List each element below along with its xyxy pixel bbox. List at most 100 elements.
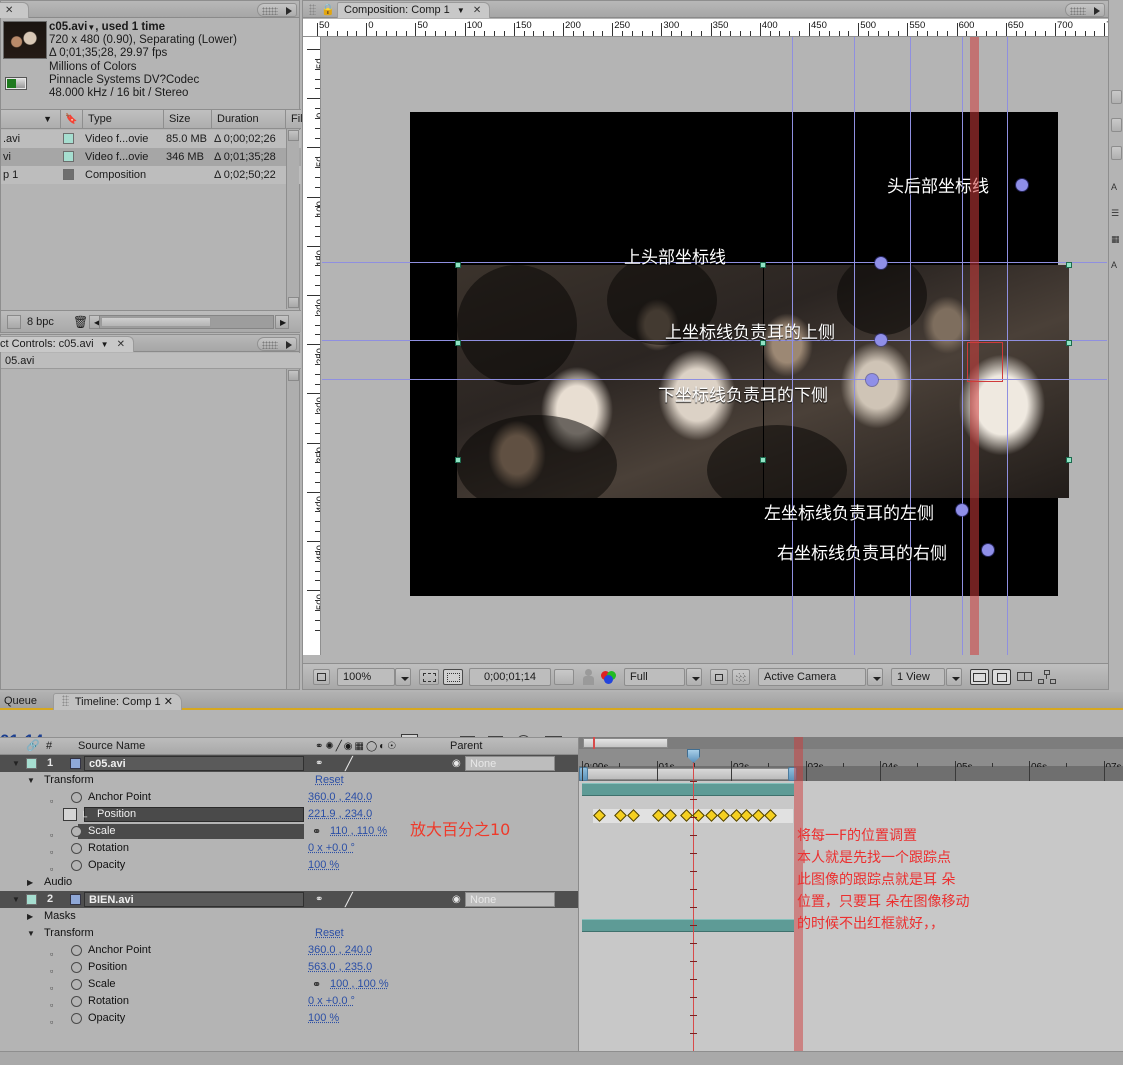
- stopwatch-icon[interactable]: [71, 996, 82, 1007]
- layer-duration-bar-1[interactable]: [582, 783, 794, 796]
- timeline-graph-area[interactable]: 0:00s01s02s03s04s05s06s07s 将每一F的位置调置 本人就…: [578, 737, 1123, 1065]
- property-value[interactable]: 100 , 100 %: [330, 976, 389, 993]
- project-vertical-scrollbar[interactable]: [286, 129, 299, 309]
- draw-mode-icon[interactable]: ╱: [345, 891, 353, 908]
- stopwatch-icon[interactable]: [71, 792, 82, 803]
- guide-horizontal[interactable]: [322, 379, 1107, 380]
- current-time-field[interactable]: 0;00;01;14: [469, 668, 551, 686]
- twirl-icon[interactable]: ▶: [27, 874, 33, 891]
- link-constrain-icon[interactable]: ⚭: [312, 977, 321, 994]
- stopwatch-icon[interactable]: [71, 962, 82, 973]
- parent-pickwhip-icon[interactable]: ◉: [452, 755, 461, 772]
- sliver-button[interactable]: [1111, 146, 1122, 160]
- twirl-icon[interactable]: ▼: [27, 925, 35, 942]
- layer-name[interactable]: BIEN.avi: [84, 892, 304, 907]
- selection-handle[interactable]: [760, 457, 766, 463]
- time-ruler[interactable]: 0:00s01s02s03s04s05s06s07s: [579, 749, 1123, 773]
- property-row-opacity-2[interactable]: ▫ Opacity 100 %: [0, 1010, 578, 1027]
- property-row-position-2[interactable]: ▫ Position 563.0 , 235.0: [0, 959, 578, 976]
- bit-depth-icon[interactable]: [7, 315, 21, 329]
- anchor-dot-ear-right[interactable]: [982, 544, 994, 556]
- project-panel-menu-button[interactable]: [257, 3, 297, 17]
- fast-previews-icon[interactable]: [992, 669, 1011, 685]
- column-parent[interactable]: Parent: [450, 738, 482, 755]
- parent-dropdown[interactable]: None: [465, 892, 555, 907]
- anchor-dot-head-back[interactable]: [1016, 179, 1028, 191]
- label-swatch[interactable]: [26, 758, 37, 769]
- group-row-transform-1[interactable]: ▼ Transform Reset: [0, 772, 578, 789]
- scroll-thumb[interactable]: [101, 317, 211, 327]
- parent-dropdown[interactable]: None: [465, 756, 555, 771]
- property-value[interactable]: 221.9 , 234.0: [308, 806, 372, 823]
- region-of-interest-icon[interactable]: [443, 669, 463, 685]
- stopwatch-enabled-icon[interactable]: [63, 808, 77, 821]
- column-name[interactable]: ▼: [1, 110, 61, 129]
- sort-chevron-icon[interactable]: ▼: [43, 110, 52, 129]
- label-swatch[interactable]: [63, 169, 74, 180]
- link-constrain-icon[interactable]: ⚭: [312, 824, 321, 841]
- stopwatch-icon[interactable]: [71, 843, 82, 854]
- layer-row-1[interactable]: ▼ 1 c05.avi ⚭ ╱ ◉ None: [0, 755, 578, 772]
- close-icon[interactable]: ✕: [117, 339, 125, 350]
- composition-menu-button[interactable]: [1065, 3, 1105, 17]
- group-row-audio-1[interactable]: ▶ Audio: [0, 874, 578, 891]
- anchor-dot-ear-left[interactable]: [956, 504, 968, 516]
- tab-composition[interactable]: Composition: Comp 1 ▼ ✕: [337, 2, 491, 18]
- navigator-left-handle[interactable]: [579, 767, 588, 781]
- group-row-transform-2[interactable]: ▼ Transform Reset: [0, 925, 578, 942]
- sliver-button[interactable]: [1111, 118, 1122, 132]
- project-row[interactable]: p 1 Composition Δ 0;02;50;22: [1, 166, 301, 184]
- property-row-anchor-point-2[interactable]: ▫ Anchor Point 360.0 , 240.0: [0, 942, 578, 959]
- lock-icon[interactable]: 🔒: [321, 3, 335, 16]
- column-duration[interactable]: Duration: [212, 110, 286, 129]
- panel-gripper-icon[interactable]: [309, 4, 316, 15]
- column-source-name[interactable]: Source Name: [78, 738, 145, 755]
- composition-viewer[interactable]: WWW.CFTBWORKS.BOOK.FR 头后部坐标线 上头部坐标线 上坐标: [322, 37, 1107, 655]
- horizontal-ruler[interactable]: 50 0 50 100 150 200 250 300 350 400 450 500 550 600 65…: [303, 19, 1123, 37]
- channel-colors-icon[interactable]: [600, 669, 620, 685]
- property-value[interactable]: 0 x +0.0 °: [308, 840, 355, 857]
- label-swatch[interactable]: [63, 151, 74, 162]
- camera-view-field[interactable]: Active Camera: [758, 668, 866, 686]
- chevron-down-icon[interactable]: ▼: [457, 6, 465, 15]
- zoom-dropdown-arrow[interactable]: [395, 668, 411, 686]
- snapshot-icon[interactable]: [554, 669, 574, 685]
- property-value[interactable]: 100 %: [308, 857, 339, 874]
- property-row-rotation-1[interactable]: ▫ Rotation 0 x +0.0 °: [0, 840, 578, 857]
- effect-controls-menu-button[interactable]: [257, 337, 297, 351]
- selection-handle[interactable]: [455, 340, 461, 346]
- grid-guides-icon[interactable]: [419, 669, 439, 685]
- layer-row-2[interactable]: ▼ 2 BIEN.avi ⚭ ╱ ◉ None: [0, 891, 578, 908]
- selection-handle[interactable]: [455, 262, 461, 268]
- property-row-opacity-1[interactable]: ▫ Opacity 100 %: [0, 857, 578, 874]
- label-swatch[interactable]: [26, 894, 37, 905]
- camera-view-dropdown-arrow[interactable]: [867, 668, 883, 686]
- label-swatch[interactable]: [63, 133, 74, 144]
- sliver-button[interactable]: [1111, 90, 1122, 104]
- navigator-range[interactable]: [580, 768, 794, 780]
- selection-handle[interactable]: [455, 457, 461, 463]
- view-layout-field[interactable]: 1 View: [891, 668, 945, 686]
- property-value[interactable]: 110 , 110 %: [330, 823, 387, 840]
- anchor-dot-ear-bottom[interactable]: [866, 374, 878, 386]
- column-audio-video-icon[interactable]: 🔗: [26, 738, 42, 755]
- property-value[interactable]: 563.0 , 235.0: [308, 959, 372, 976]
- column-type[interactable]: Type: [83, 110, 164, 129]
- vertical-ruler[interactable]: 50050100150200250300350400450500: [303, 37, 321, 655]
- property-row-scale-1[interactable]: ▫ Scale ⚭ 110 , 110 % 放大百分之10: [0, 821, 578, 841]
- scroll-right-arrow[interactable]: ▶: [275, 315, 289, 329]
- layer-name[interactable]: c05.avi: [84, 756, 304, 771]
- twirl-icon[interactable]: ▼: [12, 891, 20, 908]
- project-row[interactable]: vi Video f...ovie 346 MB Δ 0;01;35;28: [1, 148, 301, 166]
- bit-depth-label[interactable]: 8 bpc: [27, 316, 54, 328]
- project-row[interactable]: .avi Video f...ovie 85.0 MB Δ 0;00;02;26…: [1, 130, 301, 148]
- property-row-rotation-2[interactable]: ▫ Rotation 0 x +0.0 °: [0, 993, 578, 1010]
- parent-pickwhip-icon[interactable]: ◉: [452, 891, 461, 908]
- scroll-up-arrow[interactable]: [288, 130, 299, 141]
- tab-render-queue[interactable]: Queue: [4, 695, 37, 707]
- tab-timeline-comp1[interactable]: Timeline: Comp 1 ✕: [53, 693, 182, 710]
- scroll-up-arrow[interactable]: [288, 370, 299, 381]
- anchor-dot-ear-top[interactable]: [875, 334, 887, 346]
- delete-icon[interactable]: 🗑: [73, 315, 88, 329]
- selection-handle[interactable]: [1066, 457, 1072, 463]
